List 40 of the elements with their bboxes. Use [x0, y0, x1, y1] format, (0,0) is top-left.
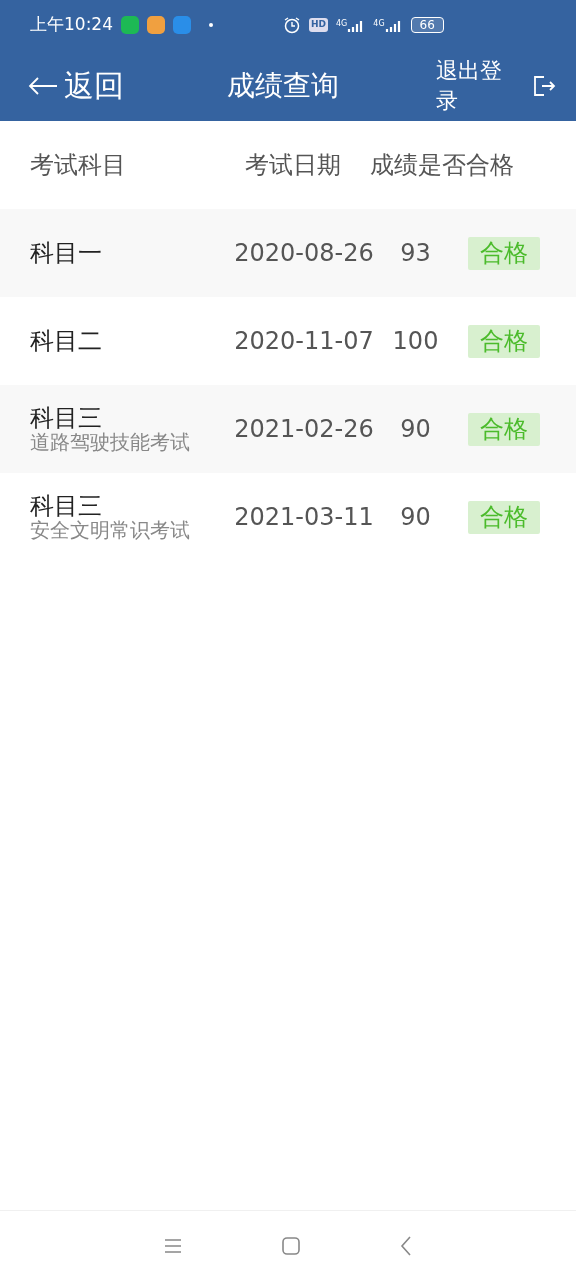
subject-note: 安全文明常识考试: [30, 519, 190, 542]
exam-date: 2021-02-26: [233, 414, 375, 445]
home-icon[interactable]: [282, 1236, 300, 1255]
logout-button[interactable]: 退出登录: [436, 55, 516, 116]
app-notification-icon: [121, 16, 139, 34]
column-header: 考试科目: [30, 150, 127, 181]
app-notification-icon: [173, 16, 191, 34]
score-text: 100: [391, 326, 440, 357]
hd-badge: HD: [309, 18, 328, 32]
pass-tag: 合格: [468, 236, 540, 270]
logout-icon[interactable]: [532, 73, 556, 98]
clock-text: 上午10:24: [30, 13, 113, 37]
score-text: 93: [399, 238, 432, 269]
back-arrow-icon: [28, 75, 58, 96]
network-type-text: 4G: [373, 18, 385, 30]
score-text: 90: [399, 502, 432, 533]
exam-date: 2020-11-07: [233, 326, 375, 357]
menu-icon[interactable]: [164, 1237, 182, 1254]
network-type-text: 4G: [336, 18, 348, 30]
subject-name: 科目二: [30, 327, 103, 355]
column-header: 考试日期: [245, 150, 342, 181]
back-icon[interactable]: [400, 1235, 412, 1256]
pass-tag: 合格: [468, 324, 540, 358]
subject-note: 道路驾驶技能考试: [30, 431, 190, 454]
column-header: 成绩是否合格: [370, 150, 515, 181]
battery-indicator: 66: [410, 17, 444, 33]
dot-icon: [209, 23, 213, 27]
subject-name: 科目一: [30, 239, 103, 267]
back-button[interactable]: 返回: [28, 63, 124, 108]
app-notification-icon: [147, 16, 165, 34]
pass-tag: 合格: [468, 412, 540, 446]
subject-name: 科目三: [30, 492, 103, 520]
signal-icon: [384, 18, 403, 32]
exam-date: 2020-08-26: [233, 238, 375, 269]
page-title: 成绩查询: [227, 67, 339, 104]
score-text: 90: [399, 414, 432, 445]
exam-date: 2021-03-11: [233, 502, 375, 533]
alarm-icon: [283, 16, 301, 34]
subject-name: 科目三: [30, 404, 103, 432]
pass-tag: 合格: [468, 500, 540, 534]
